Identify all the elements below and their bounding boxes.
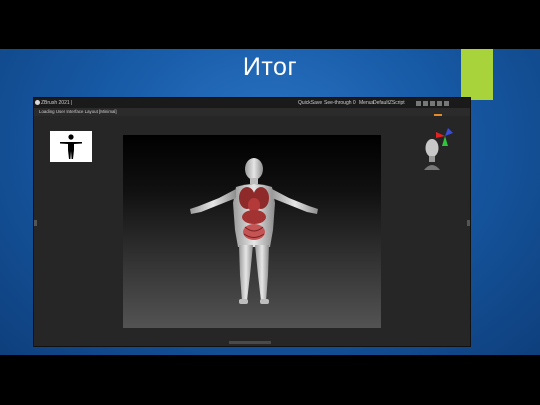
left-tray-handle[interactable] <box>34 220 37 226</box>
quicksave-button[interactable]: QuickSave <box>298 98 322 108</box>
status-bar: Loading User Interface Layout [Minimal] <box>34 108 470 116</box>
see-through-label: See-through <box>324 100 352 106</box>
status-text: Loading User Interface Layout [Minimal] <box>39 109 117 114</box>
tool-thumbnail[interactable] <box>50 131 92 162</box>
control-icon[interactable] <box>444 101 449 106</box>
bottom-tray-handle[interactable] <box>229 341 271 344</box>
app-title: ZBrush 2021 | <box>41 100 73 106</box>
human-figure-icon <box>60 134 82 159</box>
see-through-value: 0 <box>352 100 356 106</box>
control-icon[interactable] <box>437 101 442 106</box>
presentation-slide: Итог ZBrush 2021 | QuickSave See-through… <box>0 49 540 355</box>
zbrush-window[interactable]: ZBrush 2021 | QuickSave See-through 0 Me… <box>33 97 471 347</box>
control-icon[interactable] <box>423 101 428 106</box>
zbrush-logo-icon <box>35 100 40 105</box>
control-icon[interactable] <box>430 101 435 106</box>
title-bar: ZBrush 2021 | QuickSave See-through 0 Me… <box>34 98 470 108</box>
axis-gizmo-icon[interactable] <box>436 128 454 150</box>
right-tray-handle[interactable] <box>467 220 470 226</box>
slide-title: Итог <box>242 53 298 81</box>
control-icon[interactable] <box>416 101 421 106</box>
script-button[interactable]: DefaultZScript <box>373 98 405 108</box>
3d-viewport[interactable] <box>123 135 381 328</box>
anatomy-model <box>190 158 318 304</box>
see-through-slider[interactable]: See-through 0 <box>324 98 356 108</box>
orange-indicator <box>434 114 442 116</box>
menus-button[interactable]: Menus <box>359 98 374 108</box>
